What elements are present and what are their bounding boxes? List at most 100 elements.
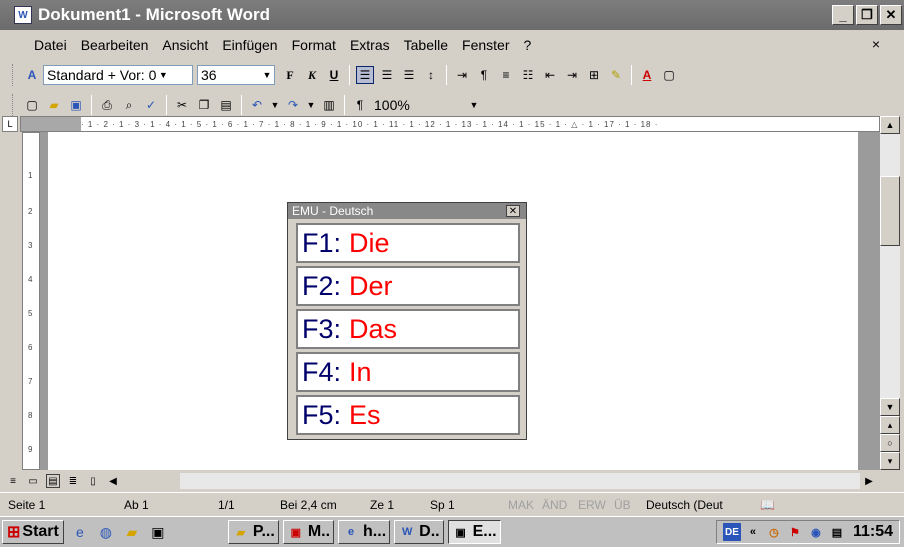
status-language[interactable]: Deutsch (Deut [646,498,723,512]
vertical-ruler[interactable]: 1 2 3 4 5 6 7 8 9 [22,132,40,470]
taskbar-button[interactable]: ▣ M.. [282,520,335,544]
flag-icon[interactable]: ⚑ [786,523,804,541]
show-formatting-icon[interactable]: ¶ [351,96,369,114]
underline-button[interactable]: U [325,66,343,84]
align-right-icon[interactable]: ☰ [400,66,418,84]
reading-view-icon[interactable]: ▯ [86,474,100,488]
new-document-icon[interactable]: ▢ [23,96,41,114]
chevron-down-icon[interactable]: ▼ [260,66,274,84]
highlight-icon[interactable]: ✎ [607,66,625,84]
menu-datei[interactable]: Datei [34,37,67,53]
status-extend[interactable]: ERW [578,498,606,512]
horizontal-ruler[interactable]: · 1 · 2 · 1 · 3 · 1 · 4 · 1 · 5 · 1 · 6 … [20,116,880,132]
increase-indent-icon[interactable]: ⇥ [563,66,581,84]
outline-view-icon[interactable]: ≣ [66,474,80,488]
tab-stop-selector[interactable]: L [2,116,18,132]
copy-icon[interactable]: ❐ [195,96,213,114]
emu-item[interactable]: F4: In [296,352,520,392]
status-macro[interactable]: MAK [508,498,534,512]
start-button[interactable]: ⊞ Start [2,520,64,544]
font-color-icon[interactable]: A [638,66,656,84]
spelling-icon[interactable]: ✓ [142,96,160,114]
undo-icon[interactable]: ↶ [248,96,266,114]
status-track-changes[interactable]: ÄND [542,498,567,512]
restore-button[interactable]: ❐ [856,5,878,25]
scroll-left-button[interactable]: ◀ [106,474,120,488]
taskbar-button[interactable]: ▣ E... [447,520,501,544]
media-icon[interactable]: ▣ [148,522,168,542]
internet-explorer-icon[interactable]: e [70,522,90,542]
emu-item[interactable]: F2: Der [296,266,520,306]
browse-object-button[interactable]: ○ [880,434,900,452]
menu-extras[interactable]: Extras [350,37,390,53]
next-page-button[interactable]: ▾ [880,452,900,470]
emu-item[interactable]: F5: Es [296,395,520,435]
word-app-icon[interactable]: W [14,6,32,24]
italic-button[interactable]: K [303,66,321,84]
decrease-indent-icon[interactable]: ⇤ [541,66,559,84]
network-icon[interactable]: ◉ [807,523,825,541]
language-indicator[interactable]: DE [722,523,741,541]
redo-icon[interactable]: ↷ [284,96,302,114]
align-left-icon[interactable]: ☰ [356,66,374,84]
vertical-scrollbar[interactable]: ▲ ▼ ▴ ○ ▾ [880,116,900,470]
menu-format[interactable]: Format [292,37,336,53]
emu-window[interactable]: EMU - Deutsch ✕ F1: Die F2: Der F3: Das … [287,202,527,440]
columns-icon[interactable]: ▥ [320,96,338,114]
normal-view-icon[interactable]: ≡ [6,474,20,488]
styles-icon[interactable]: A [23,66,41,84]
print-icon[interactable]: ⎙ [98,96,116,114]
menu-ansicht[interactable]: Ansicht [162,37,208,53]
menu-einfuegen[interactable]: Einfügen [222,37,277,53]
cut-icon[interactable]: ✂ [173,96,191,114]
status-overtype[interactable]: ÜB [614,498,631,512]
volume-icon[interactable]: ▤ [828,523,846,541]
style-combo[interactable]: Standard + Vor: 0 ▼ [43,65,193,85]
horizontal-scrollbar[interactable] [180,473,860,489]
scroll-thumb[interactable] [880,176,900,246]
close-window-button[interactable]: ✕ [880,5,902,25]
emu-item[interactable]: F1: Die [296,223,520,263]
toolbar-options-icon[interactable]: ▢ [660,66,678,84]
taskbar-button[interactable]: W D.. [394,520,444,544]
chevron-down-icon[interactable]: ▼ [156,66,170,84]
border-icon[interactable]: ⊞ [585,66,603,84]
clock-app-icon[interactable]: ◷ [765,523,783,541]
font-size-combo[interactable]: 36 ▼ [197,65,275,85]
folder-icon[interactable]: ▰ [122,522,142,542]
save-icon[interactable]: ▣ [67,96,85,114]
menu-fenster[interactable]: Fenster [462,37,509,53]
close-icon[interactable]: ✕ [506,205,520,217]
menu-tabelle[interactable]: Tabelle [404,37,448,53]
print-preview-icon[interactable]: ⌕ [120,96,138,114]
numbering-icon[interactable]: ≡ [497,66,515,84]
taskbar-button[interactable]: ▰ P... [227,520,279,544]
emu-item[interactable]: F3: Das [296,309,520,349]
zoom-combo[interactable]: 100% ▼ [371,95,481,115]
chevron-down-icon[interactable]: ▼ [268,96,282,114]
outlook-icon[interactable]: ◍ [96,522,116,542]
clock[interactable]: 11:54 [853,523,893,541]
print-layout-icon[interactable]: ▤ [46,474,60,488]
taskbar-button[interactable]: e h... [338,520,391,544]
line-spacing-icon[interactable]: ↕ [422,66,440,84]
open-folder-icon[interactable]: ▰ [45,96,63,114]
web-view-icon[interactable]: ▭ [26,474,40,488]
previous-page-button[interactable]: ▴ [880,416,900,434]
align-center-icon[interactable]: ☰ [378,66,396,84]
emu-title-bar[interactable]: EMU - Deutsch ✕ [288,203,526,219]
scroll-up-button[interactable]: ▲ [880,116,900,134]
bullets-icon[interactable]: ☷ [519,66,537,84]
menu-help[interactable]: ? [523,37,531,53]
menu-bearbeiten[interactable]: Bearbeiten [81,37,149,53]
scroll-down-button[interactable]: ▼ [880,398,900,416]
paragraph-rtl-icon[interactable]: ¶ [475,66,493,84]
minimize-button[interactable]: _ [832,5,854,25]
close-document-icon[interactable]: × [872,36,880,52]
paste-icon[interactable]: ▤ [217,96,235,114]
spelling-status-icon[interactable]: 📖 [760,498,775,512]
bold-button[interactable]: F [281,66,299,84]
text-direction-icon[interactable]: ⇥ [453,66,471,84]
chevron-down-icon[interactable]: ▼ [304,96,318,114]
chevron-down-icon[interactable]: ▼ [467,96,481,114]
